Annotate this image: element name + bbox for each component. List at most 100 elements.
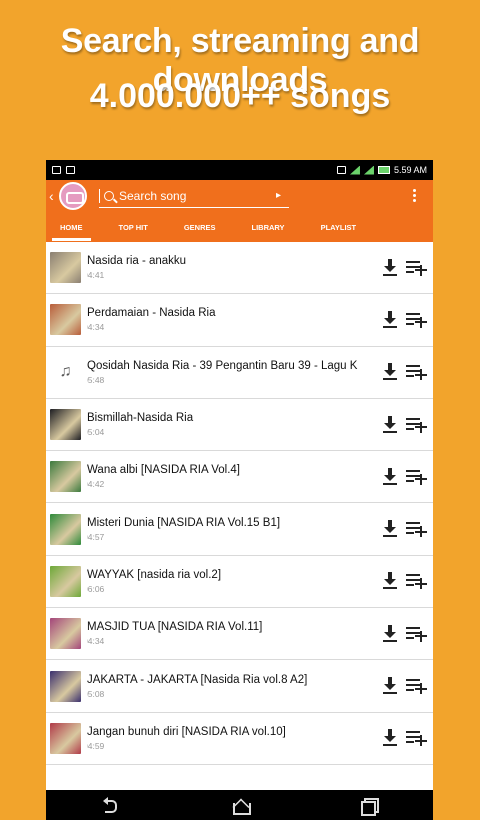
download-icon[interactable] (382, 677, 398, 695)
song-meta: Perdamaian - Nasida Ria 04:34 (87, 307, 376, 332)
playlist-add-icon[interactable] (405, 572, 427, 590)
status-bar: 5.59 AM (46, 160, 433, 180)
system-nav-bar (46, 790, 433, 820)
list-item[interactable]: Perdamaian - Nasida Ria 04:34 (46, 294, 433, 347)
song-meta: Bismillah-Nasida Ria 05:04 (87, 412, 376, 437)
signal-2-icon (363, 165, 374, 175)
download-icon[interactable] (382, 572, 398, 590)
download-icon[interactable] (382, 467, 398, 486)
list-item[interactable]: Nasida ria - anakku 04:41 (46, 242, 433, 295)
tab-top-hit[interactable]: TOP HIT (117, 214, 150, 241)
caret-right-icon: ▸ (275, 190, 281, 201)
album-thumbnail (50, 618, 81, 650)
song-duration: 04:34 (87, 322, 105, 333)
tab-library[interactable]: LIBRARY (250, 214, 287, 241)
song-title: MASJID TUA [NASIDA RIA Vol.11] (87, 621, 263, 634)
album-thumbnail (50, 722, 81, 754)
back-icon[interactable] (101, 797, 121, 813)
overflow-menu-icon[interactable] (413, 189, 417, 202)
notification-icon (66, 166, 75, 174)
song-meta: Nasida ria - anakku 04:41 (87, 255, 376, 280)
download-icon[interactable] (382, 415, 398, 434)
song-meta: WAYYAK [nasida ria vol.2] 06:06 (87, 569, 376, 594)
chevron-left-icon[interactable]: ‹ (49, 188, 59, 204)
song-title: WAYYAK [nasida ria vol.2] (87, 568, 222, 581)
song-meta: Jangan bunuh diri [NASIDA RIA vol.10] 04:… (87, 726, 376, 751)
search-placeholder: Search song (119, 188, 187, 203)
song-duration: 04:34 (87, 636, 105, 647)
album-thumbnail (50, 670, 81, 702)
album-thumbnail (50, 461, 81, 493)
recent-apps-icon[interactable] (359, 797, 379, 816)
music-note-icon: ♫ (50, 356, 81, 388)
album-thumbnail (50, 565, 81, 597)
phone-screen: 5.59 AM ‹ Search song ▸ HOME TOP HIT GENRE… (46, 160, 433, 820)
download-icon[interactable] (382, 729, 398, 747)
playlist-add-icon[interactable] (405, 363, 427, 381)
song-duration: 06:06 (87, 583, 105, 594)
playlist-add-icon[interactable] (405, 468, 427, 486)
song-title: Perdamaian - Nasida Ria (87, 307, 216, 320)
album-thumbnail (50, 304, 81, 336)
status-time: 5.59 AM (393, 165, 427, 175)
song-duration: 05:48 (87, 374, 105, 385)
album-thumbnail (50, 409, 81, 441)
download-icon[interactable] (382, 363, 398, 381)
song-title: Jangan bunuh diri [NASIDA RIA vol.10] (87, 725, 286, 738)
playlist-add-icon[interactable] (405, 311, 427, 329)
song-title: Nasida ria - anakku (87, 255, 187, 268)
song-title: Wana albi [NASIDA RIA Vol.4] (87, 464, 240, 477)
album-thumbnail (50, 513, 81, 545)
playlist-add-icon[interactable] (405, 416, 427, 434)
playlist-add-icon[interactable] (405, 729, 427, 747)
song-title: Bismillah-Nasida Ria (87, 412, 194, 425)
tab-home[interactable]: HOME (52, 214, 90, 241)
tab-bar: HOME TOP HIT GENRES LIBRARY PLAYLIST (46, 212, 433, 242)
list-item[interactable]: ♫ Qosidah Nasida Ria - 39 Pengantin Baru … (46, 347, 433, 399)
song-duration: 05:08 (87, 688, 105, 699)
song-meta: MASJID TUA [NASIDA RIA Vol.11] 04:34 (87, 621, 376, 646)
song-title: Qosidah Nasida Ria - 39 Pengantin Baru 3… (87, 359, 358, 372)
playlist-add-icon[interactable] (405, 520, 427, 538)
tab-genres[interactable]: GENRES (182, 214, 218, 241)
song-duration: 05:04 (87, 427, 105, 438)
song-meta: Misteri Dunia [NASIDA RIA Vol.15 B1] 04:5… (87, 517, 376, 542)
vibrate-icon (336, 166, 346, 174)
download-icon[interactable] (382, 310, 398, 329)
search-icon (104, 190, 114, 201)
song-list: Nasida ria - anakku 04:41 Perdamaian - Nas… (46, 242, 433, 765)
app-bar: ‹ Search song ▸ (46, 180, 433, 212)
playlist-add-icon[interactable] (405, 625, 427, 643)
list-item[interactable]: MASJID TUA [NASIDA RIA Vol.11] 04:34 (46, 608, 433, 661)
song-meta: JAKARTA - JAKARTA [Nasida Ria vol.8 A2] 0… (87, 674, 376, 699)
song-duration: 04:57 (87, 531, 105, 542)
song-meta: Wana albi [NASIDA RIA Vol.4] 04:42 (87, 464, 376, 489)
list-item[interactable]: Wana albi [NASIDA RIA Vol.4] 04:42 (46, 451, 433, 504)
battery-icon (377, 166, 390, 174)
list-item[interactable]: WAYYAK [nasida ria vol.2] 06:06 (46, 556, 433, 609)
song-title: Misteri Dunia [NASIDA RIA Vol.15 B1] (87, 516, 281, 529)
album-thumbnail (50, 252, 81, 284)
text-cursor (99, 188, 100, 203)
message-icon (52, 166, 61, 174)
list-item[interactable]: Bismillah-Nasida Ria 05:04 (46, 399, 433, 452)
home-icon[interactable] (230, 797, 251, 815)
signal-icon (349, 165, 360, 175)
playlist-add-icon[interactable] (405, 259, 427, 277)
list-item[interactable]: Jangan bunuh diri [NASIDA RIA vol.10] 04:… (46, 713, 433, 765)
app-logo[interactable] (59, 182, 87, 210)
playlist-add-icon[interactable] (405, 677, 427, 695)
song-title: JAKARTA - JAKARTA [Nasida Ria vol.8 A2] (87, 673, 308, 686)
list-item[interactable]: JAKARTA - JAKARTA [Nasida Ria vol.8 A2] 0… (46, 660, 433, 713)
song-meta: Qosidah Nasida Ria - 39 Pengantin Baru 3… (87, 360, 376, 385)
download-icon[interactable] (382, 258, 398, 277)
download-icon[interactable] (382, 624, 398, 643)
download-icon[interactable] (382, 520, 398, 538)
search-input[interactable]: Search song ▸ (99, 184, 289, 208)
promo-line-2: 4.000.000++ songs (89, 77, 391, 115)
song-duration: 04:42 (87, 479, 105, 490)
song-duration: 04:59 (87, 740, 105, 751)
song-duration: 04:41 (87, 270, 105, 281)
list-item[interactable]: Misteri Dunia [NASIDA RIA Vol.15 B1] 04:5… (46, 503, 433, 556)
tab-playlist[interactable]: PLAYLIST (319, 214, 359, 241)
